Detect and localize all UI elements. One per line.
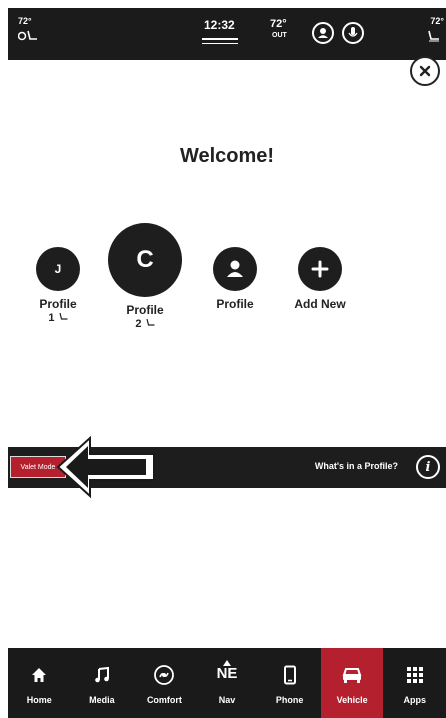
profile-button[interactable] (312, 22, 334, 44)
avatar[interactable]: C (108, 223, 182, 297)
profile-icon (318, 28, 328, 38)
voice-button[interactable] (342, 22, 364, 44)
profile-seat-memory: 2 (108, 318, 182, 330)
nav-label: Apps (403, 695, 427, 705)
nav-label: Nav (218, 695, 236, 705)
nav-apps[interactable]: Apps (383, 648, 446, 718)
add-new-profile-item[interactable]: Add New (284, 247, 356, 311)
clock-underline (202, 38, 238, 40)
driver-temp[interactable]: 72° (18, 16, 32, 26)
passenger-temp[interactable]: 72° (430, 16, 444, 26)
phone-icon (283, 665, 296, 685)
nav-vehicle[interactable]: Vehicle (320, 648, 384, 718)
nav-home[interactable]: Home (8, 648, 71, 718)
callout-arrow-icon (56, 435, 155, 499)
info-icon[interactable]: i (416, 455, 440, 479)
comfort-icon (154, 665, 175, 685)
page-title: Welcome! (179, 145, 275, 167)
profile-3-item[interactable]: Profile (206, 247, 264, 311)
apps-grid-icon (406, 667, 423, 683)
close-icon (419, 65, 431, 77)
seat-icon (59, 312, 68, 320)
nav-label: Media (89, 695, 115, 705)
avatar[interactable]: J (36, 247, 80, 291)
close-button[interactable] (410, 56, 440, 86)
bottom-nav: Home Media Comfort NE Nav Phone Vehicle … (8, 648, 446, 718)
heated-seat-icon[interactable] (426, 30, 440, 42)
seat-icon (146, 318, 155, 326)
nav-label: Phone (275, 695, 304, 705)
nav-nav[interactable]: NE Nav (196, 648, 259, 718)
nav-label: Home (26, 695, 52, 705)
profile-1-item[interactable]: J Profile 1 (30, 247, 86, 324)
profile-label: Profile (216, 297, 254, 311)
profile-label: Profile (39, 297, 77, 311)
microphone-icon (348, 27, 358, 37)
nav-label: Vehicle (336, 695, 368, 705)
outside-temp: 72° (270, 18, 287, 30)
nav-comfort[interactable]: Comfort (133, 648, 196, 718)
nav-phone[interactable]: Phone (258, 648, 321, 718)
music-note-icon (95, 666, 109, 683)
nav-label: Comfort (146, 695, 182, 705)
outside-label: OUT (272, 32, 287, 39)
profile-seat-memory: 1 (30, 312, 86, 324)
profile-2-item[interactable]: C Profile 2 (108, 223, 182, 330)
profile-label: Profile (126, 303, 164, 317)
home-icon (32, 668, 47, 682)
seat-memory-number: 1 (48, 312, 55, 324)
clock-underline (202, 43, 238, 44)
app-frame: 72° 12:32 72° OUT 72° Welcome! J Profile… (8, 8, 446, 718)
car-icon (342, 668, 362, 683)
add-new-label: Add New (294, 297, 346, 311)
plus-icon (311, 260, 329, 278)
compass-heading: NE (216, 665, 238, 682)
avatar[interactable] (213, 247, 257, 291)
whats-in-a-profile-link[interactable]: What's in a Profile? (315, 461, 398, 471)
person-icon (227, 260, 243, 277)
seat-memory-number: 2 (135, 318, 142, 330)
heated-seat-steering-icon[interactable] (18, 30, 38, 42)
clock: 12:32 (204, 18, 235, 32)
add-profile-button[interactable] (298, 247, 342, 291)
nav-media[interactable]: Media (71, 648, 134, 718)
status-bar: 72° 12:32 72° OUT 72° (8, 8, 446, 60)
